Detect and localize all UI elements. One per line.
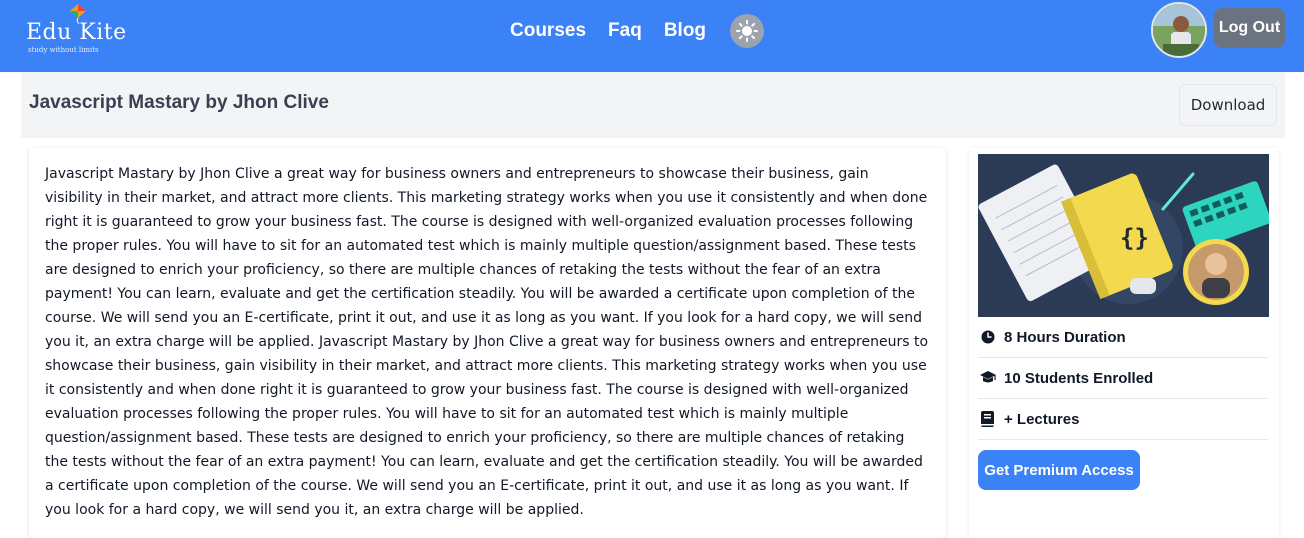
course-description: Javascript Mastary by Jhon Clive a great…: [45, 166, 929, 518]
course-thumbnail-art: {}: [978, 154, 1269, 317]
user-avatar[interactable]: [1151, 2, 1207, 58]
brand-tagline: study without limits: [28, 46, 99, 54]
graduation-icon: [980, 370, 996, 386]
logo[interactable]: Edu Kite study without limits: [26, 4, 127, 62]
nav-link-faq[interactable]: Faq: [608, 18, 642, 44]
clock-icon: [980, 329, 996, 345]
students-label: 10 Students Enrolled: [1004, 369, 1154, 387]
nav-links: Courses Faq Blog: [510, 14, 765, 48]
course-thumbnail: {}: [978, 154, 1269, 317]
logout-button[interactable]: Log Out: [1214, 8, 1285, 48]
theme-toggle-button[interactable]: [730, 14, 765, 48]
course-sidebar: {} 8 Hours Duration 10 Students Enrolled…: [969, 148, 1279, 538]
course-header: Javascript Mastary by Jhon Clive Downloa…: [21, 72, 1285, 138]
code-braces-label: {}: [1120, 224, 1149, 252]
info-row-students: 10 Students Enrolled: [978, 358, 1268, 399]
nav-link-blog[interactable]: Blog: [664, 18, 706, 44]
nav-link-courses[interactable]: Courses: [510, 18, 586, 44]
navbar: Edu Kite study without limits Courses Fa…: [0, 0, 1304, 72]
avatar-image: [1153, 4, 1205, 56]
info-row-lectures: + Lectures: [978, 399, 1268, 440]
book-icon: [980, 411, 996, 427]
sun-icon: [736, 20, 759, 42]
info-row-duration: 8 Hours Duration: [978, 317, 1268, 358]
lectures-label: + Lectures: [1004, 410, 1080, 428]
brand-name: Edu Kite: [26, 20, 127, 45]
download-button[interactable]: Download: [1179, 84, 1277, 126]
course-title: Javascript Mastary by Jhon Clive: [29, 92, 329, 113]
get-premium-access-button[interactable]: Get Premium Access: [978, 450, 1140, 490]
duration-label: 8 Hours Duration: [1004, 328, 1126, 346]
course-description-card: Javascript Mastary by Jhon Clive a great…: [29, 148, 946, 538]
